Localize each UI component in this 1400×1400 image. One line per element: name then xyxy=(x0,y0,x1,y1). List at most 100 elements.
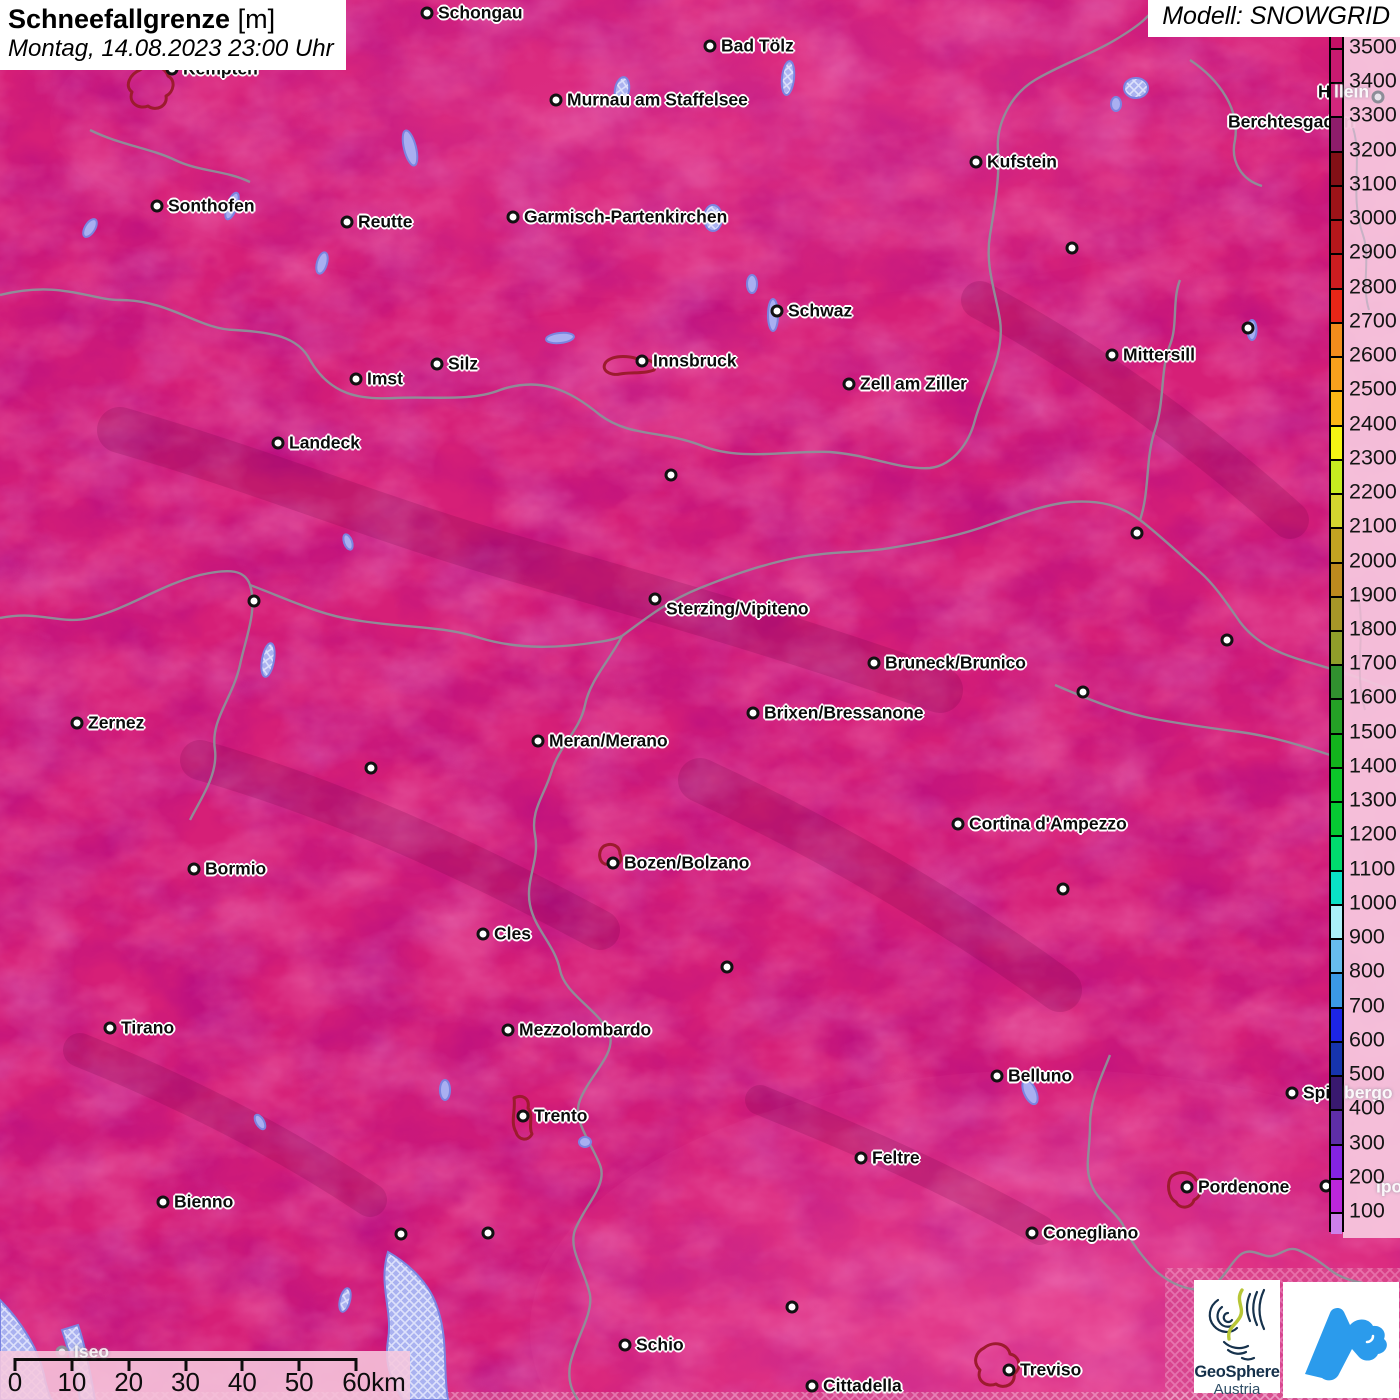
city-label: Bormio xyxy=(205,858,267,879)
city-dot-icon xyxy=(635,354,649,368)
colorbar-segment xyxy=(1331,83,1342,118)
city-dot-icon xyxy=(349,372,363,386)
weather-map-screenshot: SchongauBad TölzKemptenMurnau am Staffel… xyxy=(0,0,1400,1400)
scalebar-label: 40 xyxy=(227,1367,257,1397)
city-dot-icon xyxy=(247,594,261,608)
colorbar-segment xyxy=(1331,870,1342,905)
city-dot-icon xyxy=(150,199,164,213)
colorbar-segment xyxy=(1331,288,1342,323)
city-label: Trento xyxy=(534,1105,588,1126)
city-label: Imst xyxy=(367,368,403,389)
city-label: Cittadella xyxy=(823,1375,902,1396)
colorbar-tick xyxy=(1331,1212,1342,1214)
city-dot-icon xyxy=(70,716,84,730)
city-dot-icon xyxy=(340,215,354,229)
city-dot-icon xyxy=(618,1338,632,1352)
city-label-faded: Iseo xyxy=(74,1341,110,1362)
city-label: Sterzing/Vipiteno xyxy=(666,598,809,619)
city-dot-icon xyxy=(951,817,965,831)
colorbar-segment xyxy=(1331,459,1342,495)
colorbar-tick xyxy=(1331,493,1342,496)
colorbar-segment xyxy=(1331,1178,1342,1213)
colorbar-tick xyxy=(1331,48,1342,50)
city-dot-icon xyxy=(867,656,881,670)
city-dot-icon xyxy=(770,304,784,318)
map-datetime: Montag, 14.08.2023 23:00 Uhr xyxy=(8,35,334,63)
city-dot-icon xyxy=(476,927,490,941)
colorbar-segment xyxy=(1331,562,1342,597)
city-label: Conegliano xyxy=(1043,1222,1139,1243)
city-dot-icon xyxy=(394,1227,408,1241)
city-label: Zell am Ziller xyxy=(860,373,967,394)
page-title: Schneefallgrenze [m] xyxy=(8,4,276,34)
colorbar-segment xyxy=(1331,699,1342,734)
city-label: Mezzolombardo xyxy=(519,1019,652,1040)
city-dot-icon xyxy=(990,1069,1004,1083)
colorbar-tick xyxy=(1331,766,1342,769)
city-label: Feltre xyxy=(872,1147,920,1168)
panel-border-hint xyxy=(1352,127,1370,711)
city-dot-icon xyxy=(1180,1180,1194,1194)
city-label: Bienno xyxy=(174,1191,234,1212)
city-dot-icon xyxy=(606,856,620,870)
city-dot-icon xyxy=(969,155,983,169)
city-label: Kufstein xyxy=(987,151,1057,172)
city-label: Cortina d'Ampezzo xyxy=(969,813,1127,834)
geosphere-logo-box: GeoSphere Austria xyxy=(1194,1280,1280,1398)
colorbar-segment xyxy=(1331,733,1342,768)
city-label: Belluno xyxy=(1008,1065,1073,1086)
distance-scalebar: 0 10 20 30 40 50 60km xyxy=(0,1351,410,1400)
city-dot-icon xyxy=(156,1195,170,1209)
colorbar-tick xyxy=(1331,1075,1342,1078)
city-label: Tirano xyxy=(121,1017,175,1038)
city-dot-icon xyxy=(1241,321,1255,335)
city-label: Mittersill xyxy=(1123,344,1195,365)
colorbar-tick xyxy=(1331,1006,1342,1009)
city-dot-icon xyxy=(1220,633,1234,647)
colorbar-segment xyxy=(1331,151,1342,186)
colorbar-segment xyxy=(1331,185,1342,221)
city-label: Cles xyxy=(494,923,531,944)
city-label: Schio xyxy=(636,1334,684,1355)
city-dot-icon xyxy=(1130,526,1144,540)
colorbar xyxy=(1329,33,1344,1234)
city-dot-icon xyxy=(648,592,662,606)
colorbar-segment xyxy=(1331,1213,1342,1234)
colorbar-tick xyxy=(1331,664,1342,667)
city-label: Garmisch-Partenkirchen xyxy=(524,206,728,227)
colorbar-tick xyxy=(1331,595,1342,598)
colorbar-segment xyxy=(1331,1144,1342,1179)
scalebar-label: 60km xyxy=(342,1367,406,1397)
city-dot-icon xyxy=(746,706,760,720)
colorbar-tick xyxy=(1331,698,1342,701)
city-dot-icon xyxy=(364,761,378,775)
city-dot-icon xyxy=(842,377,856,391)
city-dot-icon xyxy=(1285,1086,1299,1100)
scalebar-label: 50 xyxy=(284,1367,314,1397)
colorbar-tick xyxy=(1331,527,1342,530)
colorbar-segment xyxy=(1331,528,1342,563)
city-dot-icon xyxy=(481,1226,495,1240)
city-layer: SchongauBad TölzKemptenMurnau am Staffel… xyxy=(0,0,1400,1400)
city-dot-icon xyxy=(664,468,678,482)
city-dot-icon xyxy=(103,1021,117,1035)
city-dot-icon xyxy=(1065,241,1079,255)
colorbar-segment xyxy=(1331,802,1342,837)
colorbar-segment xyxy=(1331,1076,1342,1111)
city-dot-icon xyxy=(516,1109,530,1123)
scalebar-label: 30 xyxy=(171,1367,200,1397)
city-label: Schwaz xyxy=(788,300,853,321)
city-label: Landeck xyxy=(289,432,360,453)
city-label: Bruneck/Brunico xyxy=(885,652,1026,673)
city-label: Zernez xyxy=(88,712,145,733)
colorbar-segment xyxy=(1331,220,1342,255)
colorbar-segment xyxy=(1331,1110,1342,1145)
city-dot-icon xyxy=(1056,882,1070,896)
city-dot-icon xyxy=(785,1300,799,1314)
city-dot-icon xyxy=(430,357,444,371)
colorbar-tick xyxy=(1331,458,1342,461)
city-label: Sonthofen xyxy=(168,195,255,216)
colorbar-tick xyxy=(1331,184,1342,187)
partner-logo-box xyxy=(1283,1282,1399,1398)
colorbar-tick xyxy=(1331,253,1342,256)
